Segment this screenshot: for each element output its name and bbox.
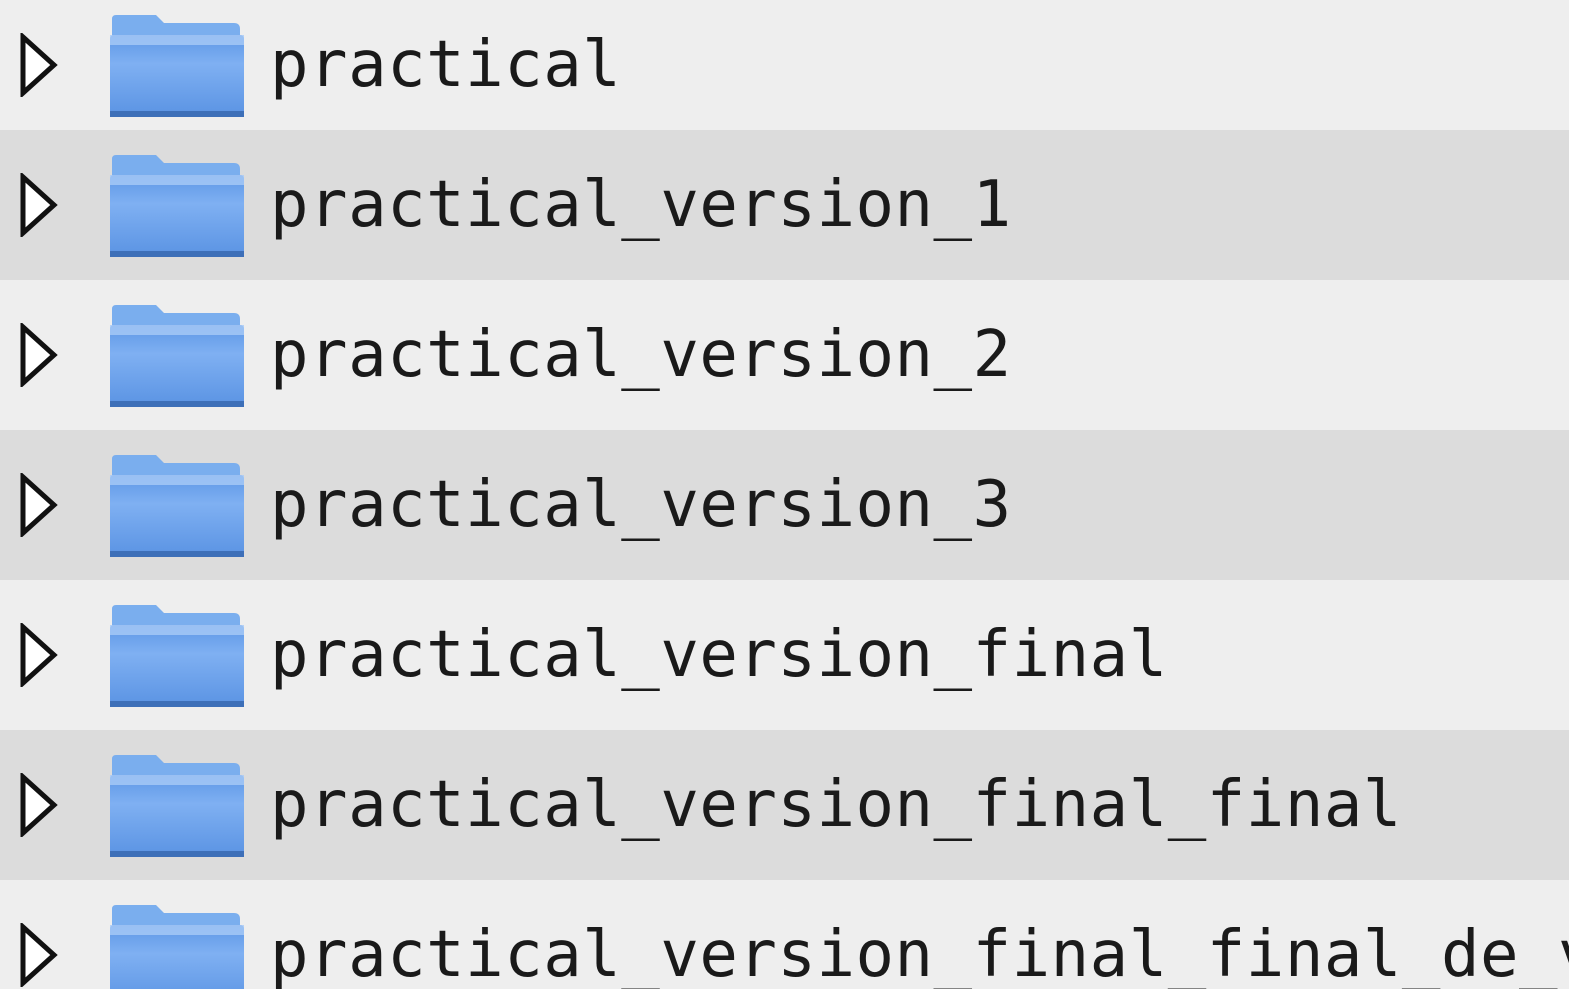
tree-row[interactable]: practical	[0, 0, 1569, 130]
chevron-right-icon[interactable]	[18, 323, 60, 387]
tree-row-label: practical_version_1	[270, 168, 1012, 242]
folder-icon	[106, 599, 246, 711]
folder-icon	[106, 899, 246, 989]
tree-row[interactable]: practical_version_final	[0, 580, 1569, 730]
chevron-right-icon[interactable]	[18, 173, 60, 237]
tree-row[interactable]: practical_version_2	[0, 280, 1569, 430]
tree-row-label: practical	[270, 28, 622, 102]
chevron-right-icon[interactable]	[18, 623, 60, 687]
folder-icon	[106, 149, 246, 261]
file-tree: practical practical_version_1 practical_…	[0, 0, 1569, 989]
tree-row[interactable]: practical_version_final_final	[0, 730, 1569, 880]
chevron-right-icon[interactable]	[18, 33, 60, 97]
tree-row[interactable]: practical_version_1	[0, 130, 1569, 280]
chevron-right-icon[interactable]	[18, 473, 60, 537]
tree-row[interactable]: practical_version_final_final_de_verdad	[0, 880, 1569, 989]
tree-row-label: practical_version_final_final_de_verdad	[270, 918, 1569, 989]
tree-row-label: practical_version_3	[270, 468, 1012, 542]
folder-icon	[106, 9, 246, 121]
folder-icon	[106, 749, 246, 861]
folder-icon	[106, 449, 246, 561]
tree-row-label: practical_version_2	[270, 318, 1012, 392]
folder-icon	[106, 299, 246, 411]
chevron-right-icon[interactable]	[18, 923, 60, 987]
tree-row-label: practical_version_final	[270, 618, 1168, 692]
tree-row-label: practical_version_final_final	[270, 768, 1402, 842]
tree-row[interactable]: practical_version_3	[0, 430, 1569, 580]
chevron-right-icon[interactable]	[18, 773, 60, 837]
